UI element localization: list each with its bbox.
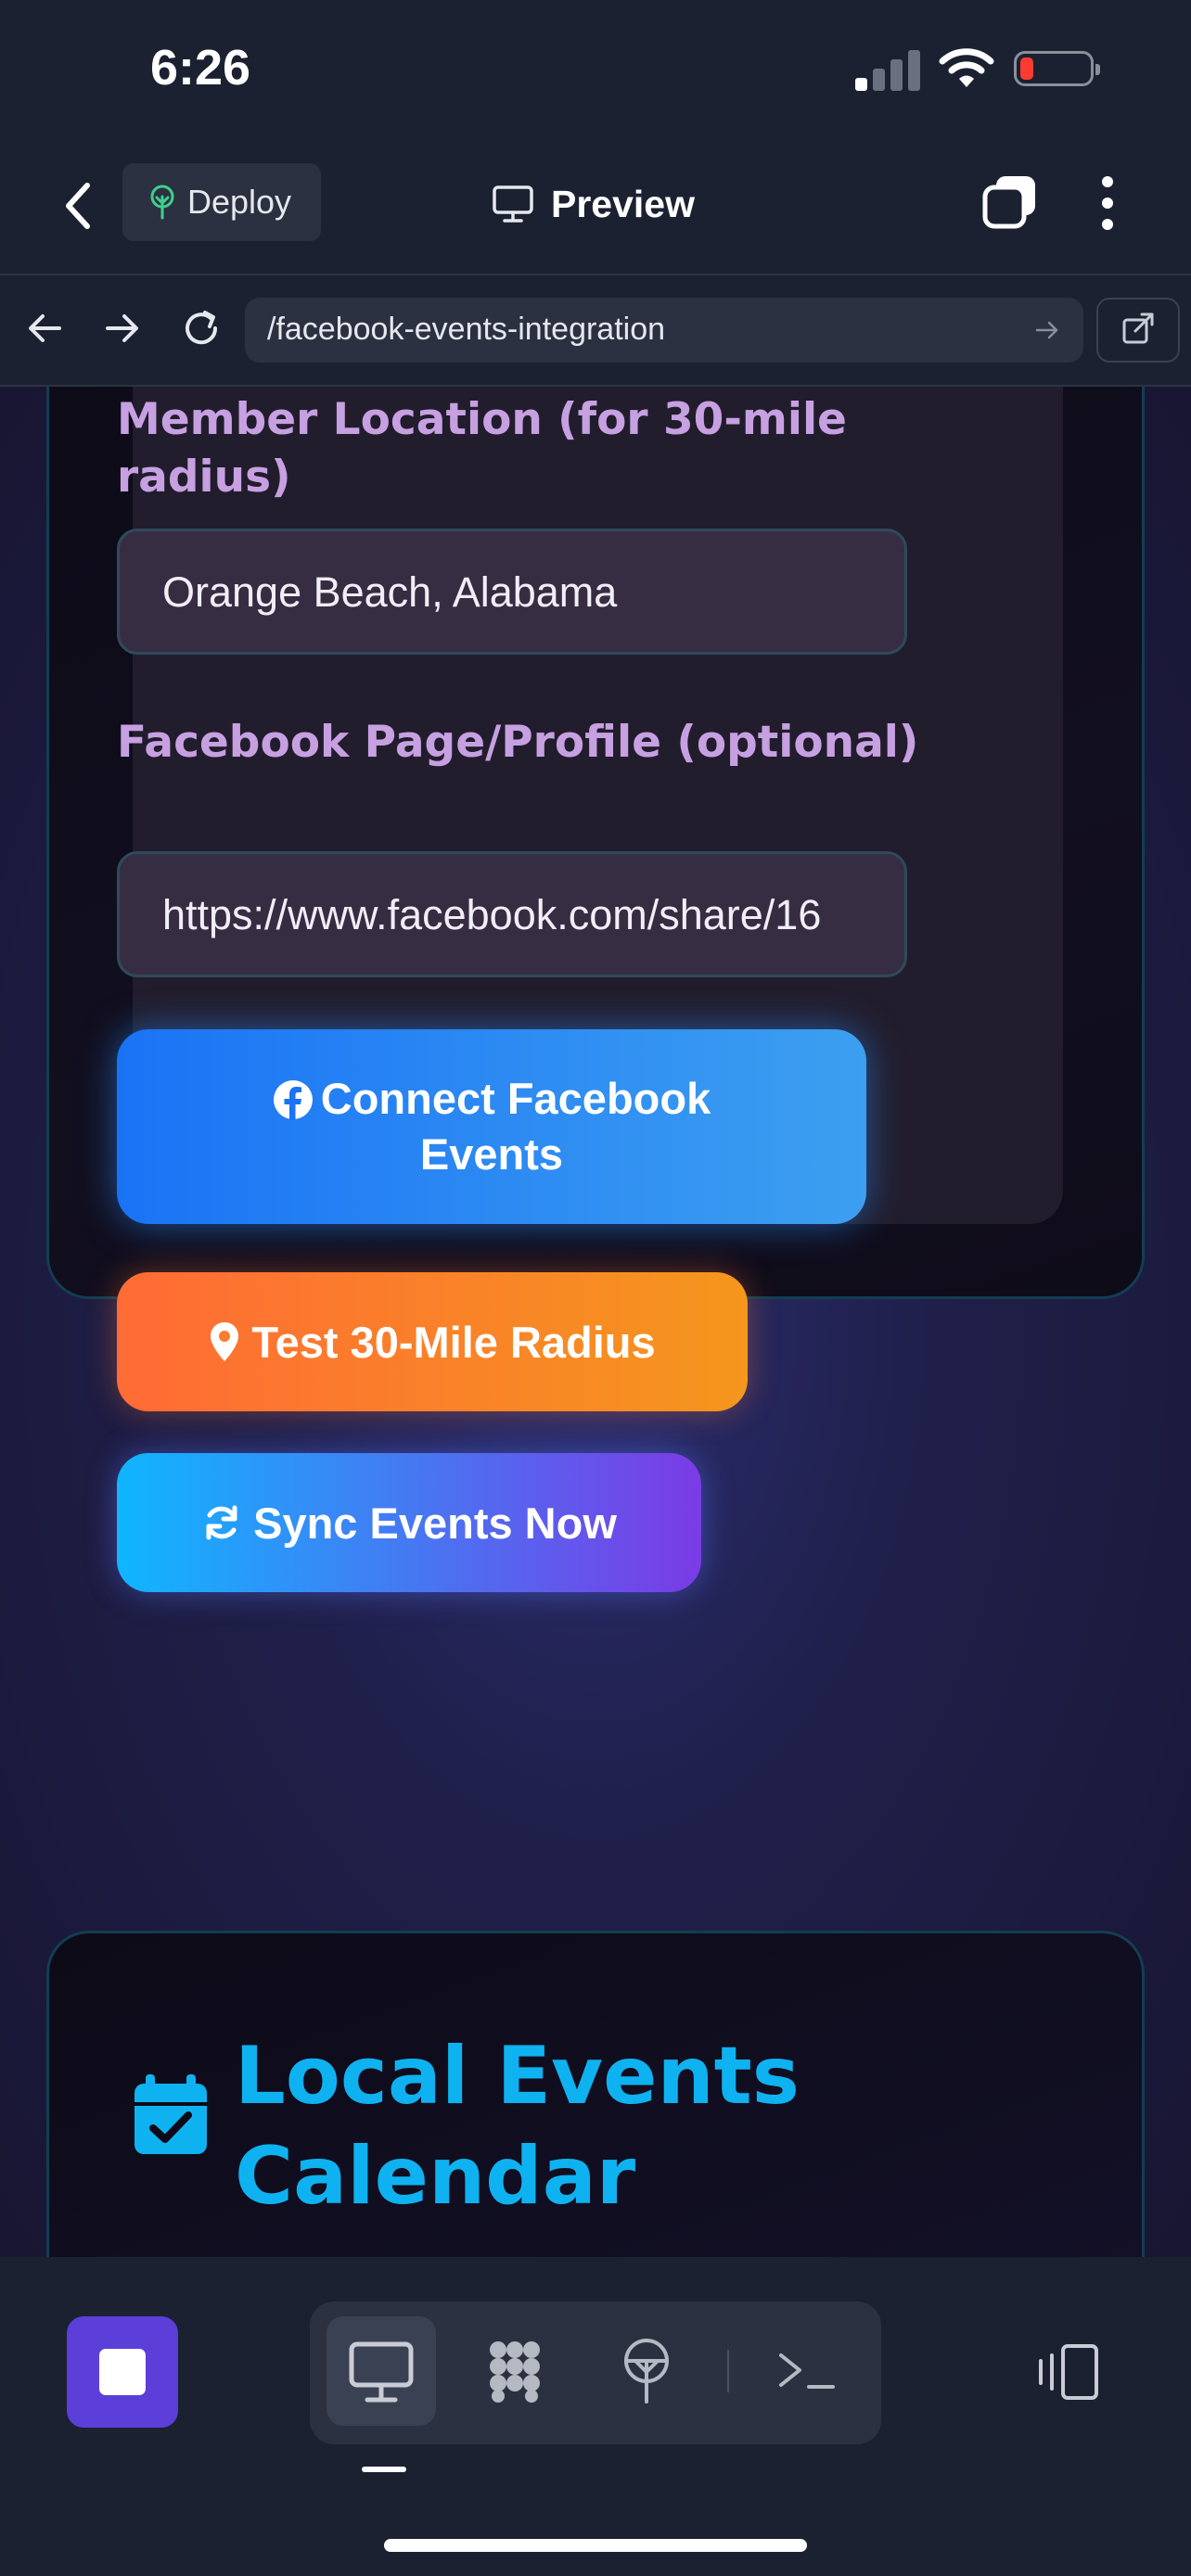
toolbar-divider	[727, 2350, 729, 2392]
local-events-card: Local Events Calendar	[46, 1931, 1145, 2257]
home-indicator	[384, 2539, 807, 2552]
open-external-button[interactable]	[1096, 298, 1180, 363]
facebook-icon	[273, 1080, 313, 1120]
calendar-section-title: Local Events Calendar	[235, 2030, 800, 2223]
tabs-icon[interactable]	[981, 172, 1039, 230]
deploy-button[interactable]: Deploy	[122, 163, 321, 241]
sync-events-button[interactable]: Sync Events Now	[117, 1453, 701, 1592]
deploy-tree-icon	[624, 2339, 669, 2404]
device-layout-icon[interactable]	[1035, 2342, 1102, 2402]
preview-tool-button[interactable]	[327, 2316, 436, 2426]
battery-icon	[1014, 51, 1100, 86]
shell-tool-button[interactable]	[753, 2316, 863, 2426]
back-arrow-icon[interactable]	[20, 303, 70, 353]
preview-title[interactable]: Preview	[492, 176, 695, 232]
status-bar: 6:26	[0, 0, 1191, 139]
location-input-value: Orange Beach, Alabama	[162, 568, 618, 616]
bottom-toolbar	[0, 2257, 1191, 2576]
test-radius-label: Test 30-Mile Radius	[251, 1317, 656, 1367]
external-link-icon	[1122, 312, 1154, 344]
back-chevron-icon[interactable]	[58, 178, 100, 234]
connect-facebook-button[interactable]: Connect Facebook Events	[117, 1029, 866, 1224]
more-options-icon[interactable]	[1095, 174, 1121, 232]
deploy-tree-icon	[150, 185, 174, 220]
wifi-icon	[939, 48, 994, 87]
url-input[interactable]: /facebook-events-integration	[245, 298, 1083, 363]
facebook-input[interactable]: https://www.facebook.com/share/16	[117, 851, 907, 977]
status-time: 6:26	[150, 40, 251, 96]
workflow-tool-button[interactable]	[460, 2316, 570, 2426]
monitor-icon	[349, 2341, 414, 2403]
webpage-content: Member Location (for 30-mile radius) Ora…	[0, 387, 1191, 2257]
browser-url-bar: /facebook-events-integration	[0, 275, 1191, 387]
location-label: Member Location (for 30-mile radius)	[117, 394, 847, 503]
calendar-check-icon	[134, 2074, 207, 2154]
preview-label: Preview	[551, 182, 695, 225]
terminal-icon	[779, 2353, 835, 2389]
cellular-signal-icon	[855, 48, 922, 91]
tool-switcher	[310, 2302, 881, 2444]
map-pin-icon	[211, 1322, 239, 1361]
monitor-icon	[493, 185, 533, 223]
go-arrow-icon[interactable]	[1033, 316, 1061, 344]
deploy-tool-button[interactable]	[592, 2316, 701, 2426]
connect-facebook-label: Connect Facebook Events	[320, 1074, 711, 1179]
app-top-bar: Deploy Preview	[0, 139, 1191, 275]
sync-events-label: Sync Events Now	[253, 1498, 617, 1548]
stop-icon	[99, 2349, 146, 2395]
forward-arrow-icon[interactable]	[96, 303, 147, 353]
location-input[interactable]: Orange Beach, Alabama	[117, 529, 907, 655]
reload-icon[interactable]	[176, 303, 226, 353]
test-radius-button[interactable]: Test 30-Mile Radius	[117, 1272, 748, 1411]
url-text: /facebook-events-integration	[267, 312, 666, 347]
nodes-pattern-icon	[490, 2341, 540, 2403]
facebook-label: Facebook Page/Profile (optional)	[117, 717, 919, 768]
deploy-label: Deploy	[187, 183, 292, 221]
refresh-icon	[206, 1505, 237, 1540]
stop-button[interactable]	[67, 2316, 178, 2428]
active-tab-indicator	[362, 2467, 406, 2472]
facebook-input-value: https://www.facebook.com/share/16	[162, 891, 822, 938]
